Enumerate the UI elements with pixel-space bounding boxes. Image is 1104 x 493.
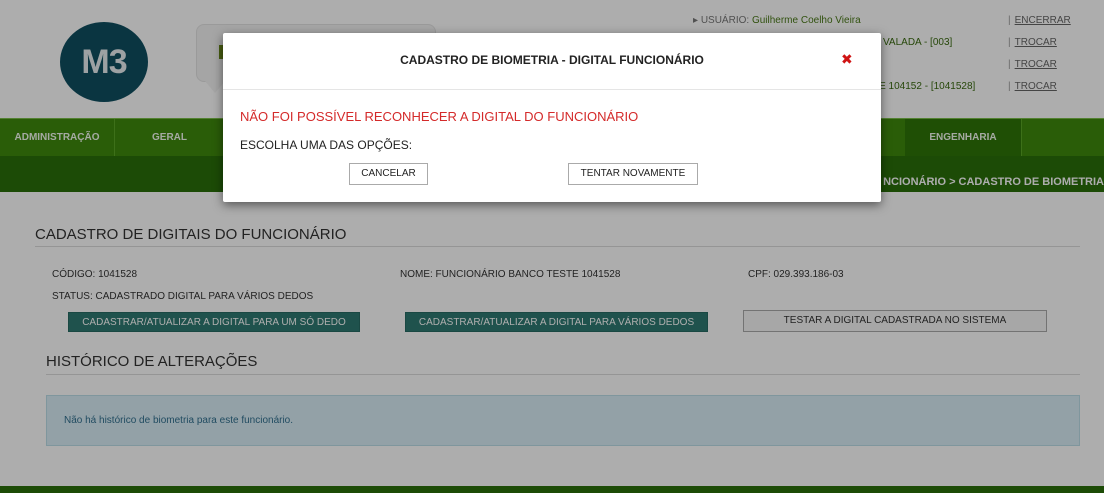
modal-header: CADASTRO DE BIOMETRIA - DIGITAL FUNCIONÁ… (223, 33, 881, 90)
modal-title: CADASTRO DE BIOMETRIA - DIGITAL FUNCIONÁ… (400, 53, 704, 67)
biometric-modal: CADASTRO DE BIOMETRIA - DIGITAL FUNCIONÁ… (223, 33, 881, 202)
cancel-button[interactable]: CANCELAR (349, 163, 428, 185)
close-icon[interactable]: ✖ (841, 51, 853, 68)
retry-button[interactable]: TENTAR NOVAMENTE (568, 163, 698, 185)
error-message: NÃO FOI POSSÍVEL RECONHECER A DIGITAL DO… (240, 109, 639, 124)
options-prompt: ESCOLHA UMA DAS OPÇÕES: (240, 138, 413, 152)
